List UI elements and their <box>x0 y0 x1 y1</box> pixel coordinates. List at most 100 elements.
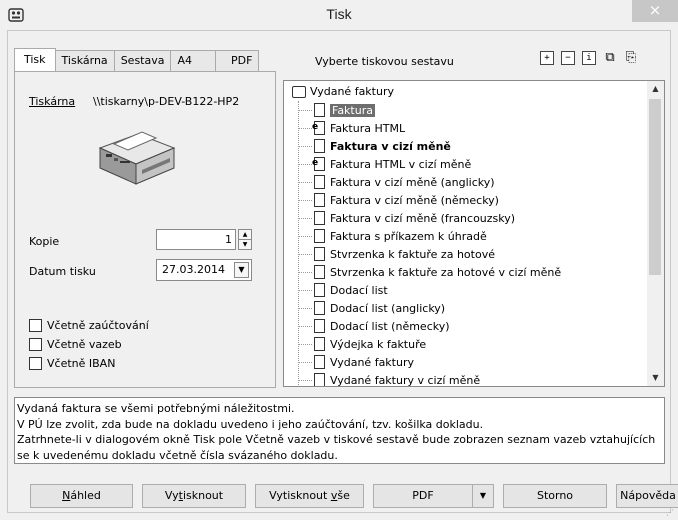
tree-toolbar: + − i ⧉ ⎘ <box>540 51 645 65</box>
tree-item[interactable]: Faktura <box>298 101 375 119</box>
checkbox-box[interactable] <box>29 319 42 332</box>
tree-item-label: Dodací list <box>330 283 388 297</box>
tree-item[interactable]: Stvrzenka k faktuře za hotové <box>298 245 495 263</box>
document-icon <box>314 247 325 261</box>
window-title: Tisk <box>326 6 352 22</box>
report-select-caption: Vyberte tiskovou sestavu <box>315 55 454 68</box>
tab-strip: Tisk Tiskárna Sestava A4 PDF <box>14 48 260 71</box>
tree-item[interactable]: Výdejka k faktuře <box>298 335 426 353</box>
tree-item[interactable]: Dodací list (německy) <box>298 317 450 335</box>
tree-item-label: Výdejka k faktuře <box>330 337 427 351</box>
checkbox-zauctovani[interactable]: Včetně zaúčtování <box>29 319 149 332</box>
document-icon <box>314 355 325 369</box>
tree-root[interactable]: Vydané faktury <box>292 85 394 98</box>
chevron-down-icon[interactable]: ▼ <box>473 485 493 507</box>
info-icon[interactable]: i <box>582 51 596 65</box>
tree-item[interactable]: Faktura HTML <box>298 119 405 137</box>
print-date-field[interactable]: 27.03.2014 ▼ <box>156 259 252 281</box>
tree-item[interactable]: Faktura v cizí měně <box>298 137 451 155</box>
tree-item-label: Faktura v cizí měně <box>330 139 451 153</box>
tab-tisk[interactable]: Tisk <box>14 48 56 71</box>
close-icon: × <box>648 1 662 19</box>
html-document-icon <box>312 157 325 171</box>
print-all-button[interactable]: Vytisknout vše <box>255 484 364 508</box>
print-date-label: Datum tisku <box>29 265 96 278</box>
printer-icon <box>98 131 176 185</box>
tree-item[interactable]: Vydané faktury <box>298 353 414 371</box>
pdf-button[interactable]: PDF ▼ <box>373 484 494 508</box>
tree-item[interactable]: Faktura s příkazem k úhradě <box>298 227 487 245</box>
spin-up-icon[interactable]: ▲ <box>239 230 251 239</box>
checkbox-box[interactable] <box>29 357 42 370</box>
tree-item-label: Faktura v cizí měně (francouzsky) <box>330 211 516 225</box>
chevron-down-icon[interactable]: ▼ <box>234 262 249 278</box>
tree-item-label: Stvrzenka k faktuře za hotové <box>330 247 495 261</box>
tree-item[interactable]: Dodací list (anglicky) <box>298 299 445 317</box>
printer-label[interactable]: Tiskárna <box>29 95 75 108</box>
document-icon <box>314 139 325 153</box>
title-bar: Tisk × <box>0 0 678 30</box>
tree-item[interactable]: Faktura v cizí měně (francouzsky) <box>298 209 515 227</box>
checkbox-iban[interactable]: Včetně IBAN <box>29 357 115 370</box>
tree-item-label: Faktura HTML v cizí měně <box>330 157 472 171</box>
tab-pdf[interactable]: PDF <box>215 50 260 71</box>
print-button[interactable]: Vytisknout <box>142 484 246 508</box>
printer-path: \\tiskarny\p-DEV-B122-HP2 <box>93 95 240 108</box>
tree-item-label: Dodací list (německy) <box>330 319 450 333</box>
tree-item[interactable]: Faktura HTML v cizí měně <box>298 155 471 173</box>
tree-item[interactable]: Stvrzenka k faktuře za hotové v cizí měn… <box>298 263 561 281</box>
document-icon <box>314 211 325 225</box>
description-line: V PÚ lze zvolit, zda bude na dokladu uve… <box>17 417 484 431</box>
tree-item[interactable]: Faktura v cizí měně (německy) <box>298 191 499 209</box>
tree-root-label: Vydané faktury <box>310 85 394 98</box>
tree-item-label: Faktura HTML <box>330 121 406 135</box>
document-icon <box>314 283 325 297</box>
close-button[interactable]: × <box>632 0 678 22</box>
checkbox-label: Včetně zaúčtování <box>47 319 149 332</box>
report-tree[interactable]: Vydané faktury Faktura Faktura HTML Fakt… <box>283 80 665 387</box>
tree-item-label: Faktura s příkazem k úhradě <box>330 229 487 243</box>
tree-item[interactable]: Dodací list <box>298 281 388 299</box>
checkbox-box[interactable] <box>29 338 42 351</box>
checkbox-label: Včetně vazeb <box>47 338 122 351</box>
tree-item-label: Stvrzenka k faktuře za hotové v cizí měn… <box>330 265 562 279</box>
checkbox-vazby[interactable]: Včetně vazeb <box>29 338 122 351</box>
tree-item-label: Dodací list (anglicky) <box>330 301 446 315</box>
document-icon <box>314 229 325 243</box>
document-icon <box>314 337 325 351</box>
spin-down-icon[interactable]: ▼ <box>239 239 251 248</box>
document-icon <box>314 103 325 117</box>
scroll-down-icon[interactable]: ▼ <box>647 370 664 386</box>
preview-button[interactable]: Náhled <box>30 484 133 508</box>
scroll-thumb[interactable] <box>649 99 661 275</box>
copies-input[interactable]: 1 <box>156 229 236 250</box>
paste-icon[interactable]: ⎘ <box>624 51 638 65</box>
description-line: Zatrhnete-li v dialogovém okně Tisk pole… <box>17 433 656 446</box>
expand-icon[interactable]: + <box>540 51 554 65</box>
document-icon <box>314 301 325 315</box>
help-button[interactable]: Nápověda <box>616 484 678 508</box>
document-icon <box>314 193 325 207</box>
pdf-button-label[interactable]: PDF <box>374 485 473 507</box>
description-line: se k uvedenému dokladu včetně čísla sváz… <box>17 448 338 462</box>
copies-label: Kopie <box>29 235 60 248</box>
button-bar: Náhled Vytisknout Vytisknout vše PDF ▼ S… <box>30 484 678 508</box>
tree-scrollbar[interactable]: ▲ ▼ <box>647 81 664 386</box>
print-date-value: 27.03.2014 <box>162 263 225 276</box>
copies-stepper[interactable]: ▲ ▼ <box>238 229 252 250</box>
copy-icon[interactable]: ⧉ <box>603 51 617 65</box>
tree-item[interactable]: Faktura v cizí měně (anglicky) <box>298 173 495 191</box>
report-description: Vydaná faktura se všemi potřebnými nálež… <box>14 397 665 464</box>
tree-item[interactable]: Vydané faktury v cizí měně <box>298 371 480 386</box>
collapse-icon[interactable]: − <box>561 51 575 65</box>
cancel-button[interactable]: Storno <box>503 484 607 508</box>
document-icon <box>314 319 325 333</box>
document-icon <box>314 175 325 189</box>
description-line: Vydaná faktura se všemi potřebnými nálež… <box>17 402 295 415</box>
resize-grip-icon[interactable]: ⋰ <box>666 508 676 518</box>
tab-tiskarna[interactable]: Tiskárna <box>54 50 115 71</box>
html-document-icon <box>312 121 325 135</box>
scroll-up-icon[interactable]: ▲ <box>647 81 664 97</box>
tab-sestava[interactable]: Sestava <box>113 50 172 71</box>
tab-a4[interactable]: A4 <box>170 50 217 71</box>
